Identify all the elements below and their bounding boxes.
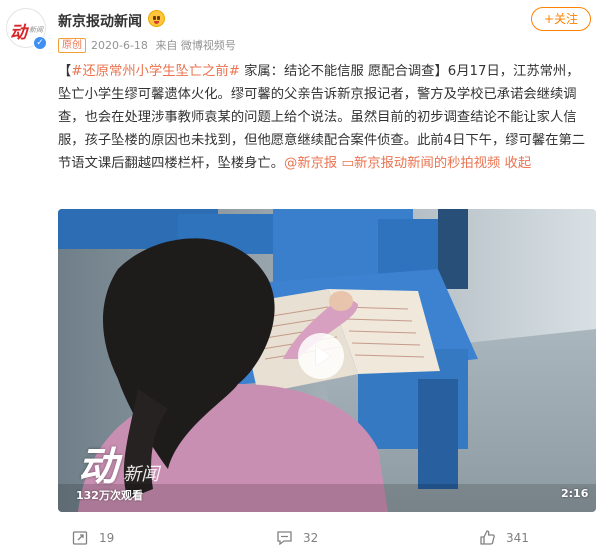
video-link[interactable]: 新京报动新闻的秒拍视频 <box>354 156 500 171</box>
repost-icon <box>72 531 88 545</box>
play-icon <box>315 345 332 367</box>
avatar-logo: 动 <box>10 23 27 43</box>
post-meta: 2020-6-18 来自 微博视频号 <box>91 37 240 53</box>
video-watermark: 动 新闻 <box>78 434 159 492</box>
repost-button[interactable]: 19 <box>72 529 114 546</box>
comment-count: 32 <box>303 530 319 545</box>
original-badge: 原创 <box>58 38 86 53</box>
like-button[interactable]: 341 <box>479 529 529 546</box>
author-name[interactable]: 新京报动新闻 <box>58 11 142 31</box>
hashtag-link[interactable]: #还原常州小学生坠亡之前# <box>71 64 240 79</box>
verified-icon: ✓ <box>33 36 47 50</box>
comment-button[interactable]: 32 <box>276 529 318 546</box>
video-link-icon[interactable]: ▭ <box>341 156 354 171</box>
post-date[interactable]: 2020-6-18 <box>91 39 148 52</box>
view-count: 132万次观看 <box>76 489 143 502</box>
bracket-open: 【 <box>58 64 72 79</box>
mention-link[interactable]: @新京报 <box>284 156 337 171</box>
collapse-link[interactable]: 收起 <box>505 156 532 171</box>
follow-button[interactable]: +关注 <box>531 7 591 31</box>
watermark-sub: 新闻 <box>123 464 160 485</box>
watermark-logo: 动 <box>78 444 118 490</box>
comment-icon <box>277 531 292 546</box>
like-count: 341 <box>506 530 529 545</box>
video-duration: 2:16 <box>561 487 589 500</box>
post-source: 来自 微博视频号 <box>155 39 236 52</box>
play-button[interactable] <box>298 333 344 379</box>
post-text: 家属：结论不能信服 愿配合调查】6月17日，江苏常州，坠亡小学生缪可馨遗体火化。… <box>58 64 586 171</box>
post-content: 【#还原常州小学生坠亡之前# 家属：结论不能信服 愿配合调查】6月17日，江苏常… <box>58 60 592 175</box>
avatar-logo-sub: 新闻 <box>29 26 43 34</box>
emoji-icon <box>148 10 165 27</box>
action-bar: 19 32 341 <box>0 525 603 549</box>
thumbs-up-icon <box>480 530 495 545</box>
repost-count: 19 <box>99 530 115 545</box>
